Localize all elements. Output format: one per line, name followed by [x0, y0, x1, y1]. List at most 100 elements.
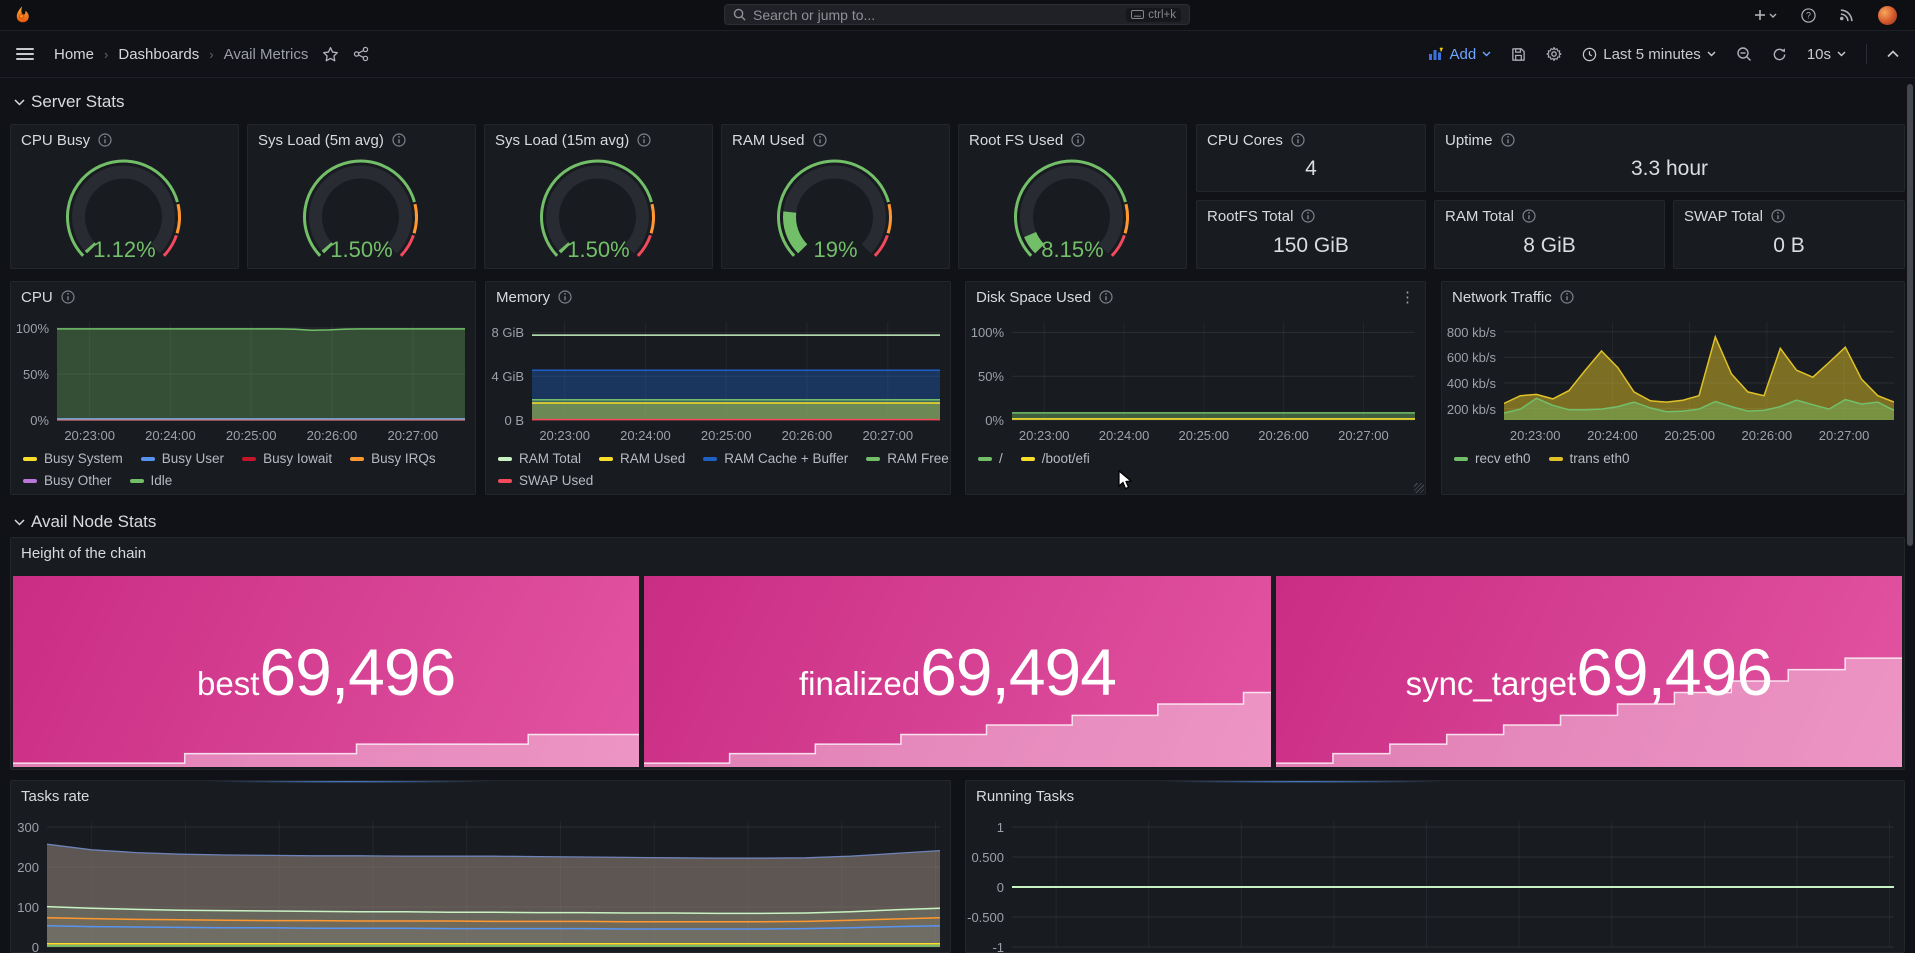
scrollbar[interactable] — [1907, 84, 1913, 546]
section-server-stats[interactable]: Server Stats — [14, 92, 125, 112]
legend-item[interactable]: Busy Iowait — [242, 451, 332, 466]
legend-item[interactable]: trans eth0 — [1549, 451, 1630, 466]
help-button[interactable]: ? — [1801, 8, 1816, 23]
section-avail-node-stats[interactable]: Avail Node Stats — [14, 512, 156, 532]
plot-area[interactable] — [1012, 819, 1894, 953]
panel-title: Sys Load (5m avg) — [258, 132, 384, 149]
favorite-button[interactable] — [322, 46, 339, 63]
gauge: 1.12% — [11, 155, 238, 264]
time-range-picker[interactable]: Last 5 minutes — [1582, 46, 1716, 63]
panel-header: RAM Total — [1435, 201, 1664, 231]
zoom-out-button[interactable] — [1736, 46, 1752, 62]
plot-area[interactable] — [47, 819, 940, 953]
info-icon[interactable] — [1099, 290, 1113, 304]
share-button[interactable] — [353, 46, 369, 62]
star-icon — [322, 46, 339, 63]
search-input[interactable]: Search or jump to... ctrl+k — [724, 4, 1190, 25]
panel-title: RAM Used — [732, 132, 805, 149]
panel-menu-icon[interactable]: ⋮ — [1400, 290, 1415, 305]
panel-cpu: CPU100%50%0%20:23:0020:24:0020:25:0020:2… — [10, 281, 476, 495]
y-axis: 10.5000-0.500-1 — [966, 819, 1012, 953]
panel-header: CPU Busy — [11, 125, 238, 155]
axis-tick-label: 100% — [971, 325, 1004, 340]
add-panel-button[interactable]: Add — [1428, 46, 1492, 63]
info-icon[interactable] — [392, 133, 406, 147]
legend-item[interactable]: SWAP Used — [498, 473, 593, 488]
info-icon[interactable] — [1522, 209, 1536, 223]
panel-title: Sys Load (15m avg) — [495, 132, 629, 149]
toolbar-divider — [1866, 44, 1867, 64]
info-icon[interactable] — [61, 290, 75, 304]
legend-item[interactable]: Busy Other — [23, 473, 112, 488]
stat-value: 8 GiB — [1435, 229, 1664, 262]
grafana-logo[interactable] — [12, 5, 32, 25]
gauge-value: 1.50% — [248, 237, 475, 263]
stat-panel-sync_target[interactable]: sync_target69,496 — [1276, 576, 1902, 767]
panel-title: Height of the chain — [21, 545, 146, 562]
panel-header: RootFS Total — [1197, 201, 1425, 231]
legend-item[interactable]: RAM Total — [498, 451, 581, 466]
info-icon[interactable] — [98, 133, 112, 147]
grafana-dashboard: Search or jump to... ctrl+k — [0, 0, 1915, 953]
breadcrumb-dashboards[interactable]: Dashboards — [118, 46, 199, 63]
panel-header: Network Traffic — [1442, 282, 1904, 312]
news-button[interactable] — [1840, 8, 1854, 22]
panel-root-fs-used: Root FS Used8.15% — [958, 124, 1187, 269]
svg-text:?: ? — [1806, 10, 1811, 20]
legend-item[interactable]: RAM Free — [866, 451, 949, 466]
big-stat-value: 69,496 — [259, 634, 455, 710]
plot-area[interactable] — [57, 320, 465, 426]
axis-tick-label: 20:25:00 — [701, 428, 752, 443]
refresh-interval-picker[interactable]: 10s — [1807, 46, 1846, 63]
legend-item[interactable]: Idle — [130, 473, 173, 488]
collapse-header-button[interactable] — [1887, 50, 1899, 58]
stat-panel-best[interactable]: best69,496 — [13, 576, 639, 767]
legend-item[interactable]: Busy User — [141, 451, 224, 466]
user-avatar[interactable] — [1878, 6, 1897, 25]
axis-tick-label: 20:26:00 — [307, 428, 358, 443]
legend-item[interactable]: RAM Cache + Buffer — [703, 451, 848, 466]
dashboard-settings-button[interactable] — [1546, 46, 1562, 62]
axis-tick-label: 0% — [985, 413, 1004, 428]
legend-item[interactable]: RAM Used — [599, 451, 685, 466]
refresh-button[interactable] — [1772, 47, 1787, 62]
gauge-value: 8.15% — [959, 237, 1186, 263]
legend-item[interactable]: recv eth0 — [1454, 451, 1531, 466]
legend-item[interactable]: / — [978, 451, 1003, 466]
info-icon[interactable] — [1071, 133, 1085, 147]
legend-row: recv eth0 trans eth0 — [1454, 449, 1904, 468]
info-icon[interactable] — [1771, 209, 1785, 223]
plot-area[interactable] — [532, 320, 940, 426]
stat-panel-finalized[interactable]: finalized69,494 — [644, 576, 1270, 767]
breadcrumb-separator: › — [104, 47, 108, 62]
panel-header: Disk Space Used⋮ — [966, 282, 1425, 312]
breadcrumb-home[interactable]: Home — [54, 46, 94, 63]
plot-area[interactable] — [1012, 320, 1415, 426]
panel-rootfs-total: RootFS Total150 GiB — [1196, 200, 1426, 269]
axis-tick-label: 1 — [997, 820, 1004, 835]
menu-toggle-icon[interactable] — [16, 48, 34, 60]
info-icon[interactable] — [637, 133, 651, 147]
new-button[interactable] — [1754, 9, 1777, 21]
panel-resize-handle[interactable] — [1414, 483, 1424, 493]
info-icon[interactable] — [1301, 209, 1315, 223]
info-icon[interactable] — [1291, 133, 1305, 147]
save-dashboard-button[interactable] — [1511, 47, 1526, 62]
info-icon[interactable] — [813, 133, 827, 147]
legend-item[interactable]: Busy System — [23, 451, 123, 466]
info-icon[interactable] — [1501, 133, 1515, 147]
info-icon[interactable] — [558, 290, 572, 304]
legend-label: Busy User — [162, 451, 224, 466]
panel-height-of-chain: Height of the chain best69,496finalized69… — [10, 537, 1905, 770]
plot-area[interactable] — [1504, 320, 1894, 426]
panel-header: CPU Cores — [1197, 125, 1425, 155]
legend-item[interactable]: /boot/efi — [1021, 451, 1090, 466]
x-axis: 20:23:0020:24:0020:25:0020:26:0020:27:00 — [11, 428, 475, 446]
refresh-icon — [1772, 47, 1787, 62]
axis-tick-label: 20:25:00 — [226, 428, 277, 443]
panel-top-glow — [208, 780, 490, 783]
legend-item[interactable]: Busy IRQs — [350, 451, 436, 466]
time-range-label: Last 5 minutes — [1603, 46, 1701, 63]
keyboard-icon — [1131, 10, 1144, 19]
info-icon[interactable] — [1560, 290, 1574, 304]
